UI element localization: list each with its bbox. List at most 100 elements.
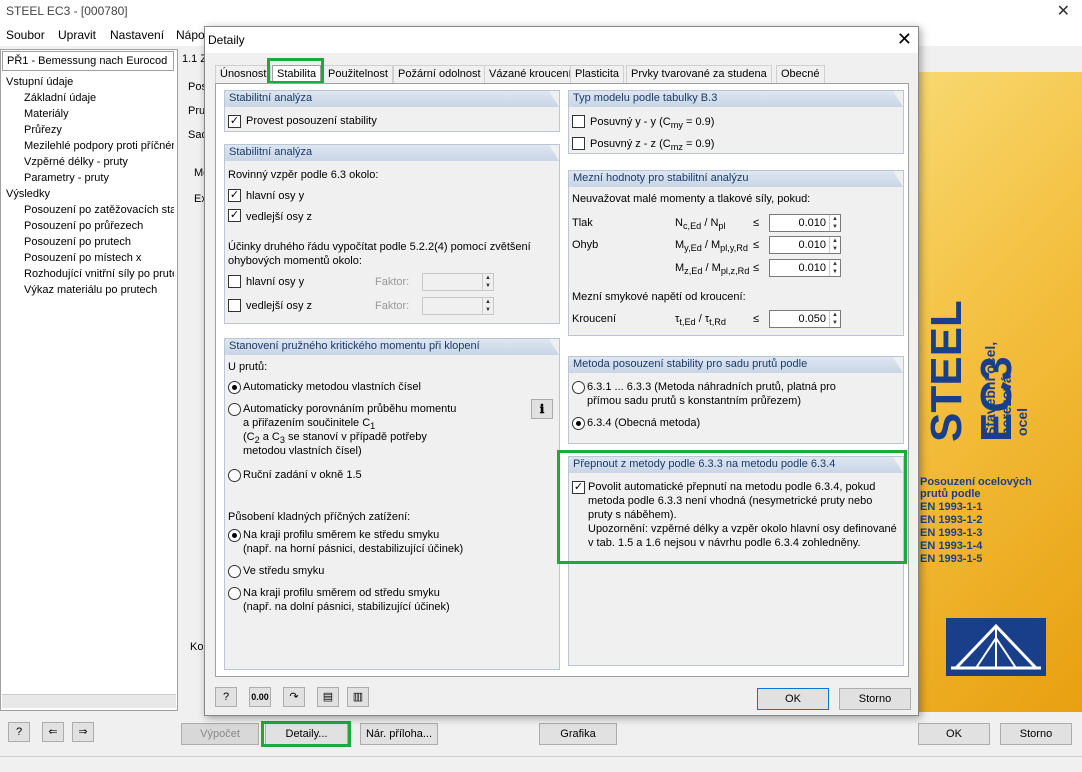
banner-norm: EN 1993-1-4 <box>920 540 983 552</box>
menu-file[interactable]: Soubor <box>6 28 45 42</box>
factor-y-input[interactable]: ▲ ▼ <box>422 273 494 291</box>
sway-yy-checkbox[interactable] <box>572 115 585 128</box>
dialog-cancel-button[interactable]: Storno <box>839 688 911 710</box>
tree-item[interactable]: Materiály <box>24 108 69 120</box>
tree-item[interactable]: Průřezy <box>24 124 62 136</box>
equivalent-member-radio[interactable] <box>572 381 585 394</box>
tab-plasticity[interactable]: Plasticita <box>570 65 625 83</box>
units-icon[interactable]: 0.00 <box>249 687 271 707</box>
tree-item[interactable]: Parametry - pruty <box>24 172 109 184</box>
le-sign: ≤ <box>753 262 760 274</box>
text: a C <box>259 431 280 443</box>
tree-item[interactable]: Vstupní údaje <box>6 76 73 88</box>
value: 0.010 <box>798 239 826 251</box>
highlight-switch-group <box>557 450 907 564</box>
tree-item[interactable]: Posouzení po průřezech <box>24 220 143 232</box>
bending-z-limit-input[interactable]: 0.010 ▲ ▼ <box>769 259 841 277</box>
tab-resistance[interactable]: Únosnost <box>215 65 272 83</box>
load-destabilizing-label-2: (např. na horní pásnici, destabilizující… <box>243 543 464 555</box>
details-dialog: Detaily ✕ Únosnost Stabilita Použitelnos… <box>204 26 919 716</box>
sway-zz-label: Posuvný z - z (C <box>590 138 671 150</box>
load-destabilizing-radio[interactable] <box>228 529 241 542</box>
minor-axis-2-checkbox[interactable] <box>228 299 241 312</box>
group-header: Stabilitní analýza <box>225 91 559 107</box>
major-axis-2-checkbox[interactable] <box>228 275 241 288</box>
torsion-limit-input[interactable]: 0.050 ▲ ▼ <box>769 310 841 328</box>
tree-item[interactable]: Výsledky <box>6 188 50 200</box>
mid-fragment: Ko <box>190 641 204 653</box>
main-cancel-button[interactable]: Storno <box>1000 723 1072 745</box>
import-icon[interactable]: ⇐ <box>42 722 64 742</box>
compression-label: Tlak <box>572 217 593 229</box>
tree-item[interactable]: Mezilehlé podpory proti příčném <box>24 140 174 152</box>
group-header: Stanovení pružného kritického momentu př… <box>225 339 559 355</box>
tab-cold-formed[interactable]: Prvky tvarované za studena <box>626 65 772 83</box>
group-model-type: Typ modelu podle tabulky B.3 Posuvný y -… <box>568 90 904 154</box>
formula: / τ <box>695 313 710 325</box>
dialog-ok-button[interactable]: OK <box>757 688 829 710</box>
formula: M <box>675 262 685 274</box>
menu-edit[interactable]: Upravit <box>58 28 96 42</box>
tab-warping-torsion[interactable]: Vázané kroucení <box>484 65 577 83</box>
dialog-help-icon[interactable]: ? <box>215 687 237 707</box>
save-defaults-icon[interactable]: ▤ <box>317 687 339 707</box>
calculate-button[interactable]: Výpočet <box>181 723 259 745</box>
tree-item[interactable]: Posouzení po prutech <box>24 236 131 248</box>
perform-stability-checkbox[interactable]: ✓ <box>228 115 241 128</box>
tree-item[interactable]: Posouzení po místech x <box>24 252 141 264</box>
tab-general[interactable]: Obecné <box>776 65 825 83</box>
close-icon[interactable]: ✕ <box>1057 1 1070 21</box>
export-icon[interactable]: ⇒ <box>72 722 94 742</box>
info-icon[interactable]: ℹ <box>531 399 553 419</box>
perform-stability-label: Provest posouzení stability <box>246 115 377 127</box>
tab-fire-resistance[interactable]: Požární odolnost <box>393 65 486 83</box>
tree-item[interactable]: Posouzení po zatěžovacích stav <box>24 204 174 216</box>
menu-settings[interactable]: Nastavení <box>110 28 164 42</box>
load-shear-center-radio[interactable] <box>228 565 241 578</box>
major-axis-checkbox[interactable]: ✓ <box>228 189 241 202</box>
tree-item[interactable]: Rozhodující vnitřní síly po prute <box>24 268 174 280</box>
group-stability-analysis: Stabilitní analýza ✓ Provest posouzení s… <box>224 90 560 132</box>
formula: / N <box>701 217 719 229</box>
bending-y-limit-input[interactable]: 0.010 ▲ ▼ <box>769 236 841 254</box>
sway-zz-checkbox[interactable] <box>572 137 585 150</box>
national-annex-button[interactable]: Nár. příloha... <box>360 723 438 745</box>
help-icon[interactable]: ? <box>8 722 30 742</box>
formula: M <box>675 239 685 251</box>
reset-defaults-icon[interactable]: ↷ <box>283 687 305 707</box>
status-bar <box>0 756 1082 772</box>
load-shear-center-label: Ve středu smyku <box>243 565 325 577</box>
factor-z-input[interactable]: ▲ ▼ <box>422 297 494 315</box>
second-order-label: Účinky druhého řádu vypočítat podle 5.2.… <box>228 241 531 253</box>
case-select[interactable]: PŘ1 - Bemessung nach Eurocod <box>2 51 174 71</box>
group-stability-method: Metoda posouzení stability pro sadu prut… <box>568 356 904 444</box>
minor-axis-checkbox[interactable]: ✓ <box>228 209 241 222</box>
tree-item[interactable]: Základní údaje <box>24 92 96 104</box>
dialog-close-icon[interactable]: ✕ <box>897 29 912 50</box>
graphics-button[interactable]: Grafika <box>539 723 617 745</box>
stability-tab-panel: Stabilitní analýza ✓ Provest posouzení s… <box>215 83 909 677</box>
members-label: U prutů: <box>228 361 268 373</box>
eigenvalue-radio[interactable] <box>228 381 241 394</box>
highlight-details-button <box>261 721 351 747</box>
minor-axis-2-label: vedlejší osy z <box>246 300 313 312</box>
group-header: Typ modelu podle tabulky B.3 <box>569 91 903 107</box>
tree-item[interactable]: Vzpěrné délky - pruty <box>24 156 128 168</box>
load-stabilizing-radio[interactable] <box>228 587 241 600</box>
subscript: pl,z,Rd <box>720 266 750 277</box>
tab-serviceability[interactable]: Použitelnost <box>323 65 393 83</box>
load-defaults-icon[interactable]: ▥ <box>347 687 369 707</box>
formula: / M <box>701 239 721 251</box>
manual-input-radio[interactable] <box>228 469 241 482</box>
main-ok-button[interactable]: OK <box>918 723 990 745</box>
horizontal-scrollbar[interactable] <box>2 694 176 708</box>
tree-item[interactable]: Výkaz materiálu po prutech <box>24 284 157 296</box>
equivalent-member-label: 6.3.1 ... 6.3.3 (Metoda náhradních prutů… <box>587 381 836 393</box>
menu-help[interactable]: Nápo <box>176 28 205 42</box>
text: = 0.9) <box>682 116 715 128</box>
moment-diagram-radio[interactable] <box>228 403 241 416</box>
group-header: Mezní hodnoty pro stabilitní analýzu <box>569 171 903 187</box>
general-method-radio[interactable] <box>572 417 585 430</box>
compression-limit-input[interactable]: 0.010 ▲ ▼ <box>769 214 841 232</box>
factor-label: Faktor: <box>375 276 410 288</box>
